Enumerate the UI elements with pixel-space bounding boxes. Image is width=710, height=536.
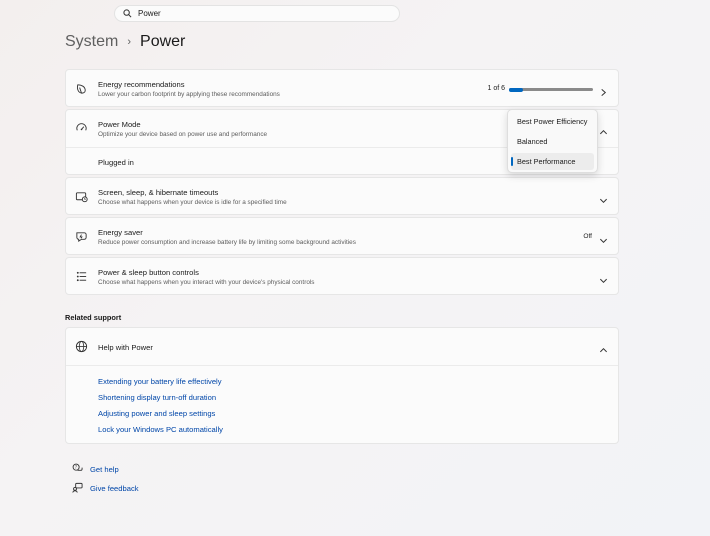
power-buttons-card[interactable]: Power & sleep button controls Choose wha… (65, 257, 619, 295)
give-feedback-label: Give feedback (90, 484, 139, 493)
help-link[interactable]: Extending your battery life effectively (98, 377, 222, 386)
search-icon (123, 5, 132, 23)
energy-recommendations-card[interactable]: Energy recommendations Lower your carbon… (65, 69, 619, 107)
selection-indicator (511, 157, 513, 166)
power-buttons-title: Power & sleep button controls (98, 268, 199, 277)
chevron-up-icon[interactable] (599, 124, 608, 135)
feedback-icon (72, 482, 83, 495)
power-mode-dropdown[interactable]: Best Power Efficiency Balanced Best Perf… (507, 109, 598, 173)
help-link[interactable]: Adjusting power and sleep settings (98, 409, 215, 418)
breadcrumb-system[interactable]: System (65, 33, 118, 51)
energy-recommendations-title: Energy recommendations (98, 80, 185, 89)
divider (66, 365, 618, 366)
get-help-link[interactable]: ? Get help (65, 463, 119, 476)
energy-saver-title: Energy saver (98, 228, 143, 237)
chevron-right-icon[interactable] (599, 84, 608, 97)
option-label: Best Power Efficiency (517, 117, 588, 126)
get-help-label: Get help (90, 465, 119, 474)
screen-sleep-title: Screen, sleep, & hibernate timeouts (98, 188, 219, 197)
search-box[interactable]: Power (114, 5, 400, 22)
power-mode-option-selected[interactable]: Best Performance (511, 153, 594, 170)
button-controls-icon (75, 270, 88, 283)
chevron-up-icon[interactable] (599, 342, 608, 353)
power-mode-icon (75, 122, 88, 135)
leaf-icon (75, 82, 88, 95)
energy-recommendations-description: Lower your carbon footprint by applying … (98, 91, 280, 98)
help-link[interactable]: Shortening display turn-off duration (98, 393, 216, 402)
energy-saver-card[interactable]: Energy saver Reduce power consumption an… (65, 217, 619, 255)
search-input[interactable]: Power (138, 9, 161, 18)
chevron-down-icon[interactable] (599, 192, 608, 204)
chevron-down-icon[interactable] (599, 272, 608, 284)
screen-sleep-description: Choose what happens when your device is … (98, 199, 287, 206)
svg-text:?: ? (75, 465, 77, 470)
help-with-power-card[interactable]: Help with Power Extending your battery l… (65, 327, 619, 444)
help-with-power-title: Help with Power (98, 343, 153, 352)
help-link[interactable]: Lock your Windows PC automatically (98, 425, 223, 434)
breadcrumb-separator: › (127, 36, 132, 48)
screen-sleep-card[interactable]: Screen, sleep, & hibernate timeouts Choo… (65, 177, 619, 215)
option-label: Best Performance (517, 157, 576, 166)
screen-sleep-icon (75, 190, 88, 203)
page-title: Power (140, 33, 186, 50)
plugged-in-label: Plugged in (98, 158, 134, 167)
give-feedback-link[interactable]: Give feedback (65, 482, 139, 495)
globe-icon (75, 340, 88, 353)
chevron-down-icon[interactable] (599, 232, 608, 244)
energy-saver-status: Off (583, 233, 592, 240)
progress-label: 1 of 6 (487, 85, 505, 92)
power-buttons-description: Choose what happens when you interact wi… (98, 279, 315, 286)
option-label: Balanced (517, 137, 548, 146)
progress-fill (509, 87, 524, 92)
power-mode-option[interactable]: Balanced (511, 133, 594, 150)
power-mode-option[interactable]: Best Power Efficiency (511, 113, 594, 130)
energy-saver-description: Reduce power consumption and increase ba… (98, 239, 356, 246)
power-mode-description: Optimize your device based on power use … (98, 131, 268, 138)
help-chat-icon: ? (72, 463, 83, 476)
breadcrumb: System › Power (65, 33, 185, 51)
related-support-heading: Related support (65, 313, 122, 322)
energy-saver-icon (75, 230, 88, 243)
progress-bar (509, 87, 593, 92)
power-mode-title: Power Mode (98, 120, 141, 129)
